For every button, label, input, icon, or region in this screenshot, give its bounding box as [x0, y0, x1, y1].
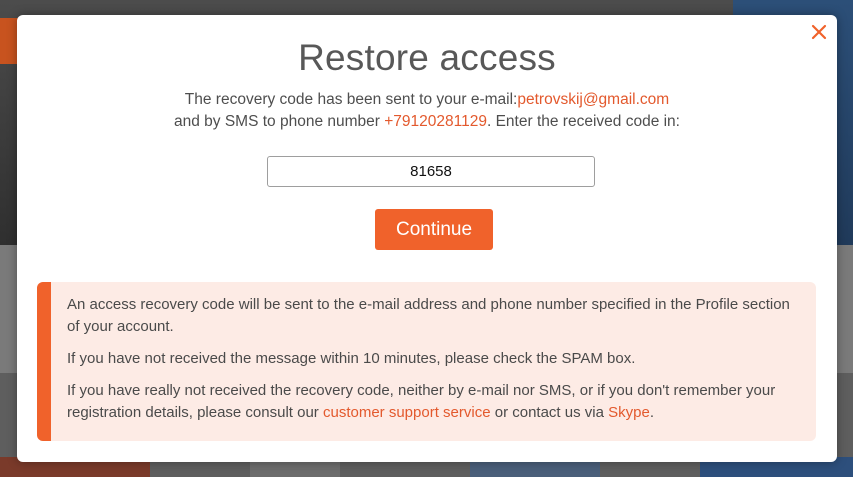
- recovery-code-input[interactable]: [267, 156, 595, 187]
- message-line-1: The recovery code has been sent to your …: [17, 89, 837, 111]
- info-paragraph: An access recovery code will be sent to …: [67, 296, 790, 335]
- info-text: or contact us via: [490, 404, 609, 421]
- info-paragraph: If you have not received the message wit…: [67, 350, 636, 367]
- recovery-message: The recovery code has been sent to your …: [17, 89, 837, 133]
- message-line-2: and by SMS to phone number +79120281129.…: [17, 111, 837, 133]
- message-text: and by SMS to phone number: [174, 113, 385, 130]
- info-content: An access recovery code will be sent to …: [67, 294, 796, 434]
- phone-number: +79120281129: [384, 113, 487, 130]
- email-address: petrovskij@gmail.com: [517, 91, 670, 108]
- continue-button[interactable]: Continue: [375, 209, 493, 250]
- customer-support-link[interactable]: customer support service: [323, 404, 491, 421]
- message-text: . Enter the received code in:: [486, 113, 680, 130]
- modal-title: Restore access: [298, 37, 556, 78]
- info-text: .: [649, 404, 654, 421]
- info-accent-bar: [37, 282, 51, 441]
- skype-link[interactable]: Skype: [608, 404, 650, 421]
- message-text: The recovery code has been sent to your …: [184, 91, 518, 108]
- info-box: An access recovery code will be sent to …: [37, 282, 816, 441]
- info-paragraph: If you have really not received the reco…: [67, 380, 796, 424]
- restore-access-modal: Restore access The recovery code has bee…: [17, 15, 837, 462]
